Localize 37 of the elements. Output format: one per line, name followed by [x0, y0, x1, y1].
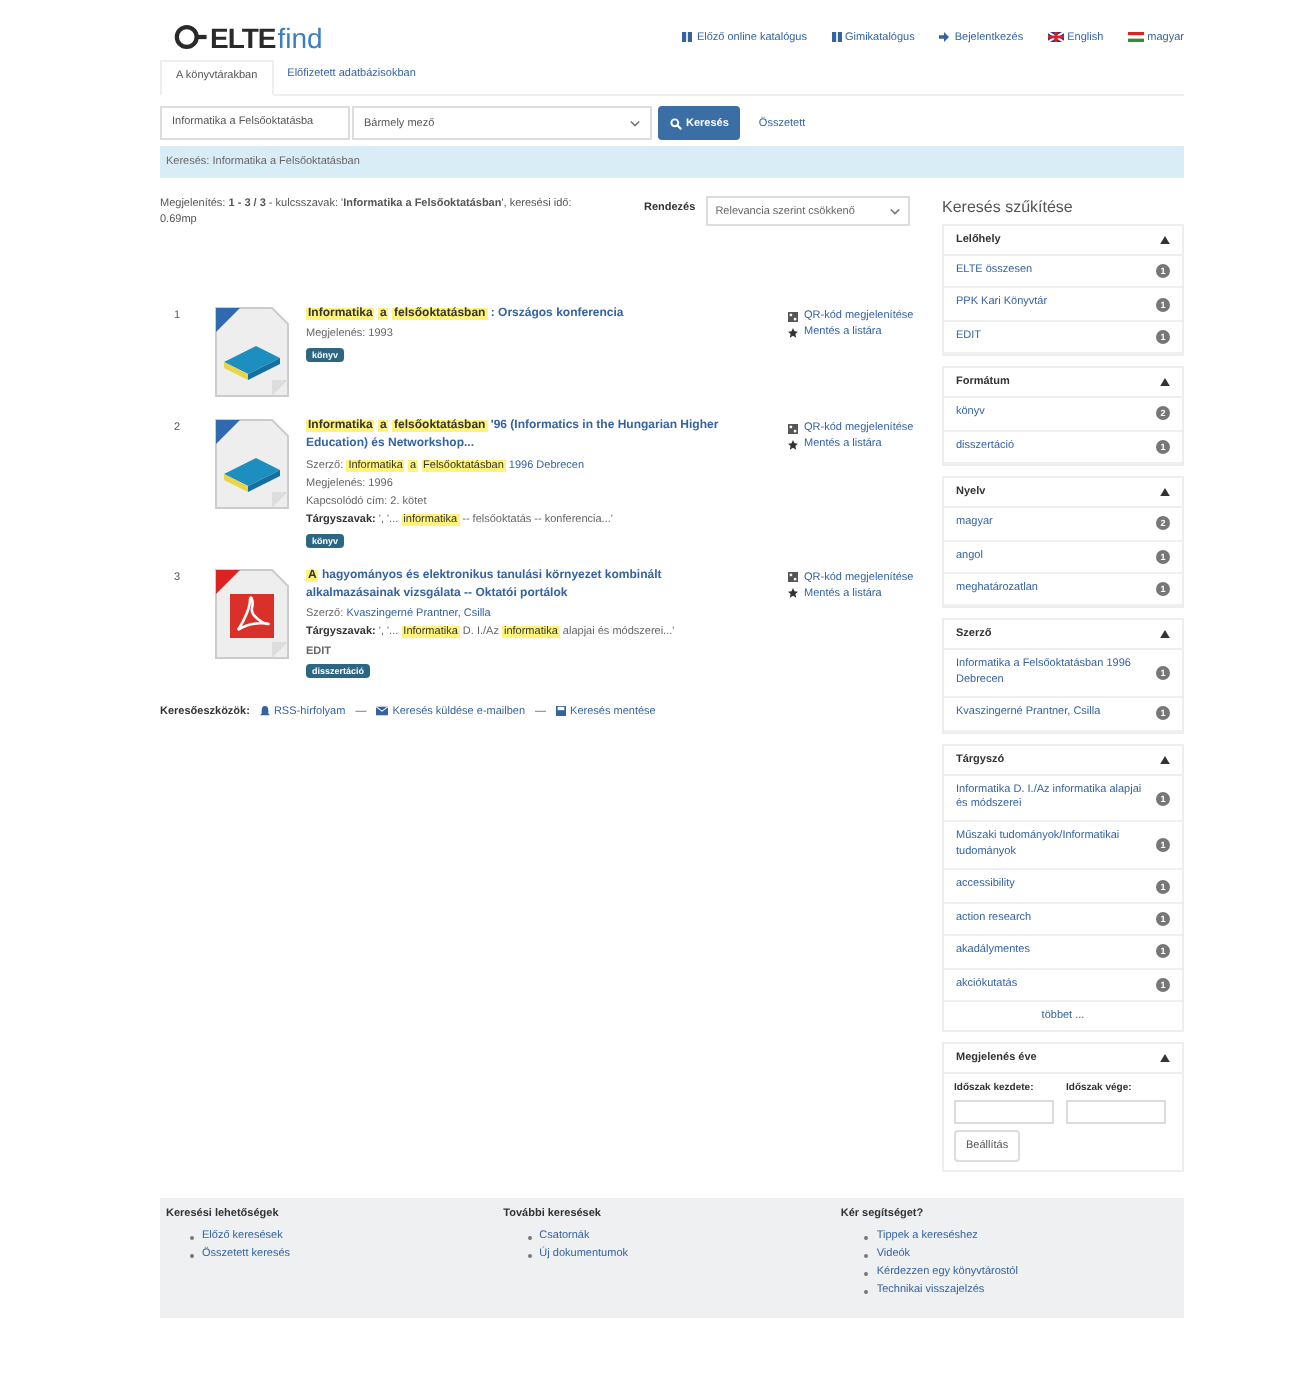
envelope-icon — [376, 706, 389, 717]
bullet-icon — [864, 1271, 869, 1276]
star-icon — [788, 588, 798, 599]
bullet-icon — [864, 1289, 869, 1294]
book-thumbnail-icon — [212, 306, 292, 398]
caret-icon[interactable] — [1160, 1054, 1170, 1063]
caret-icon[interactable] — [1160, 236, 1170, 244]
bullet-icon — [864, 1235, 869, 1240]
year-from-field[interactable] — [954, 1100, 1054, 1125]
year-to-field[interactable] — [1066, 1100, 1166, 1125]
logo-icon — [174, 24, 208, 50]
book-icon — [682, 32, 693, 42]
caret-icon[interactable] — [1160, 378, 1170, 387]
sidebar-title: Keresés szűkítése — [942, 198, 1075, 216]
bullet-icon — [527, 1253, 532, 1258]
book-icon — [831, 32, 841, 42]
caret-icon[interactable] — [1160, 755, 1170, 764]
bullet-icon — [527, 1235, 532, 1240]
qr-code-icon — [788, 423, 798, 433]
pdf-thumbnail-icon — [212, 567, 292, 660]
book-thumbnail-icon — [212, 418, 292, 510]
qr-code-icon — [788, 311, 798, 321]
bell-icon — [259, 706, 270, 717]
chevron-down-icon — [889, 207, 900, 215]
search-icon — [670, 117, 682, 129]
qr-code-icon — [788, 572, 798, 583]
flag-icon — [1127, 32, 1144, 42]
floppy-disk-icon — [556, 706, 567, 717]
caret-icon[interactable] — [1160, 488, 1170, 497]
bullet-icon — [864, 1253, 869, 1258]
login-arrow-icon — [938, 32, 951, 42]
star-icon — [788, 327, 798, 337]
chevron-down-icon — [630, 119, 640, 127]
caret-icon[interactable] — [1160, 630, 1170, 639]
logo[interactable]: ELTEfind — [174, 23, 323, 51]
star-icon — [788, 439, 798, 449]
flag-icon — [1047, 32, 1064, 42]
